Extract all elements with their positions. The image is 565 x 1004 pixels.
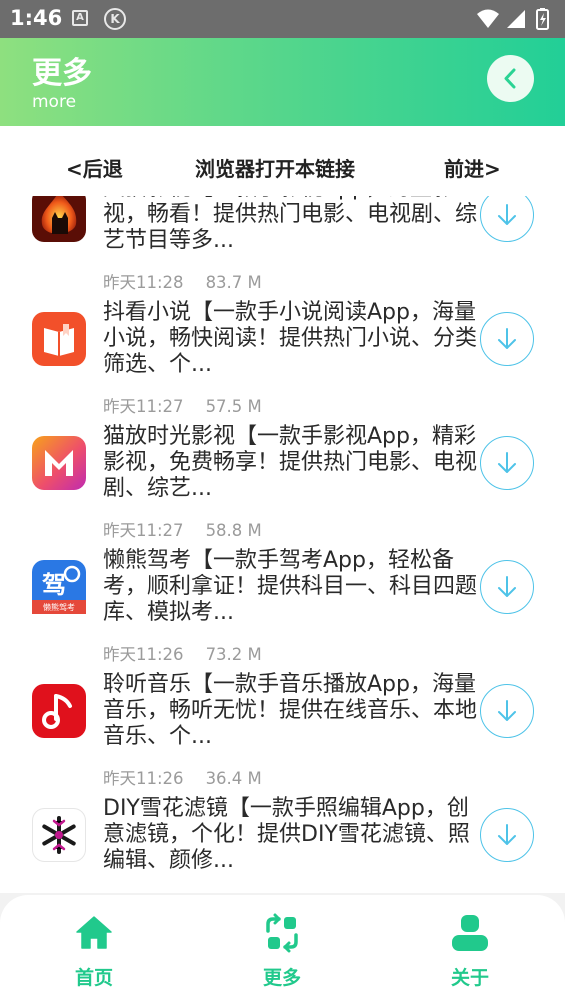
download-button[interactable] xyxy=(480,312,534,366)
app-time: 昨天11:26 xyxy=(103,769,184,788)
list-item[interactable]: 驾 懒熊驾考 懒熊驾考【一款手驾考App，轻松备考，顺利拿证！提供科目一、科目四… xyxy=(0,548,565,672)
download-button[interactable] xyxy=(480,684,534,738)
battery-icon xyxy=(536,8,549,30)
app-description: 聆听音乐【一款手音乐播放App，海量音乐，畅听无忧！提供在线音乐、本地音乐、个.… xyxy=(103,672,478,749)
app-meta: 昨天11:26 73.2 M xyxy=(103,641,262,665)
download-button[interactable] xyxy=(480,560,534,614)
chevron-left-icon xyxy=(504,68,516,89)
app-meta: 昨天11:28 83.7 M xyxy=(103,269,262,293)
user-icon xyxy=(452,915,488,951)
tab-more-label: 更多 xyxy=(262,967,301,989)
browser-back-button[interactable]: <后退 xyxy=(66,153,123,182)
app-size: 58.8 M xyxy=(205,521,262,540)
drive-exam-badge: 懒熊驾考 xyxy=(43,602,75,612)
page-header: 更多 more xyxy=(0,38,565,126)
home-icon xyxy=(76,916,112,949)
app-time: 昨天11:26 xyxy=(103,645,184,664)
download-arrow-icon xyxy=(498,576,516,597)
app-size: 83.7 M xyxy=(205,273,262,292)
app-description: 抖看小说【一款手小说阅读App，海量小说，畅快阅读！提供热门小说、分类筛选、个.… xyxy=(103,300,478,377)
list-item[interactable]: 天猫影视【一款手影视App，海量影视，畅看！提供热门电影、电视剧、综艺节目等多.… xyxy=(0,196,565,300)
app-time: 昨天11:28 xyxy=(103,273,184,292)
page-title: 更多 xyxy=(32,56,92,91)
list-item[interactable]: 抖看小说【一款手小说阅读App，海量小说，畅快阅读！提供热门小说、分类筛选、个.… xyxy=(0,300,565,424)
app-size: 73.2 M xyxy=(205,645,262,664)
tab-home-label: 首页 xyxy=(74,967,113,989)
page-subtitle: more xyxy=(32,92,77,112)
status-indicators xyxy=(475,7,555,31)
app-time: 昨天11:27 xyxy=(103,397,184,416)
browser-nav-bar: <后退 浏览器打开本链接 前进> xyxy=(0,126,565,196)
notification-k-icon: K xyxy=(104,8,126,30)
back-button[interactable] xyxy=(487,55,534,102)
swap-icon xyxy=(266,913,298,953)
music-note-icon xyxy=(32,684,86,738)
drive-exam-icon: 驾 懒熊驾考 xyxy=(32,560,86,614)
notification-a-icon: A xyxy=(72,10,88,26)
letter-m-icon xyxy=(32,436,86,490)
app-meta: 昨天11:27 57.5 M xyxy=(103,393,262,417)
tab-about[interactable]: 关于 xyxy=(410,895,530,1004)
download-arrow-icon xyxy=(498,700,516,721)
wifi-icon xyxy=(477,9,499,28)
tab-home[interactable]: 首页 xyxy=(34,895,154,1004)
open-in-browser-button[interactable]: 浏览器打开本链接 xyxy=(195,153,355,182)
app-description: 天猫影视【一款手影视App，海量影视，畅看！提供热门电影、电视剧、综艺节目等多.… xyxy=(103,196,478,253)
signal-icon xyxy=(507,10,525,28)
list-item[interactable]: 聆听音乐【一款手音乐播放App，海量音乐，畅听无忧！提供在线音乐、本地音乐、个.… xyxy=(0,672,565,796)
download-arrow-icon xyxy=(498,328,516,349)
list-item[interactable]: DIY雪花滤镜【一款手照编辑App，创意滤镜，个化！提供DIY雪花滤镜、照编辑、… xyxy=(0,796,565,896)
book-icon xyxy=(32,312,86,366)
browser-forward-button[interactable]: 前进> xyxy=(444,153,501,182)
download-arrow-icon xyxy=(498,204,516,225)
app-time: 昨天11:27 xyxy=(103,521,184,540)
tab-more[interactable]: 更多 xyxy=(222,895,342,1004)
app-meta: 昨天11:27 58.8 M xyxy=(103,517,262,541)
download-button[interactable] xyxy=(480,808,534,862)
status-bar: 1:46 A K xyxy=(0,0,565,38)
download-arrow-icon xyxy=(498,452,516,473)
app-size: 36.4 M xyxy=(205,769,262,788)
list-item[interactable]: 猫放时光影视【一款手影视App，精彩影视，免费畅享！提供热门电影、电视剧、综艺.… xyxy=(0,424,565,548)
download-arrow-icon xyxy=(498,824,516,845)
app-list[interactable]: 天猫影视【一款手影视App，海量影视，畅看！提供热门电影、电视剧、综艺节目等多.… xyxy=(0,196,565,896)
tab-about-label: 关于 xyxy=(450,967,489,989)
cat-fire-icon xyxy=(32,196,86,242)
drive-exam-glyph: 驾 xyxy=(42,571,66,599)
app-description: 懒熊驾考【一款手驾考App，轻松备考，顺利拿证！提供科目一、科目四题库、模拟考.… xyxy=(103,548,478,625)
download-button[interactable] xyxy=(480,436,534,490)
bottom-nav: 首页 更多 关于 xyxy=(0,893,565,1004)
app-description: DIY雪花滤镜【一款手照编辑App，创意滤镜，个化！提供DIY雪花滤镜、照编辑、… xyxy=(103,796,470,873)
bottom-nav-panel: 首页 更多 关于 xyxy=(0,895,565,1004)
app-description: 猫放时光影视【一款手影视App，精彩影视，免费畅享！提供热门电影、电视剧、综艺.… xyxy=(103,424,478,501)
download-button[interactable] xyxy=(480,196,534,242)
status-time: 1:46 xyxy=(10,6,63,30)
app-size: 57.5 M xyxy=(205,397,262,416)
snowflake-icon xyxy=(32,808,86,862)
app-meta: 昨天11:26 36.4 M xyxy=(103,765,262,789)
